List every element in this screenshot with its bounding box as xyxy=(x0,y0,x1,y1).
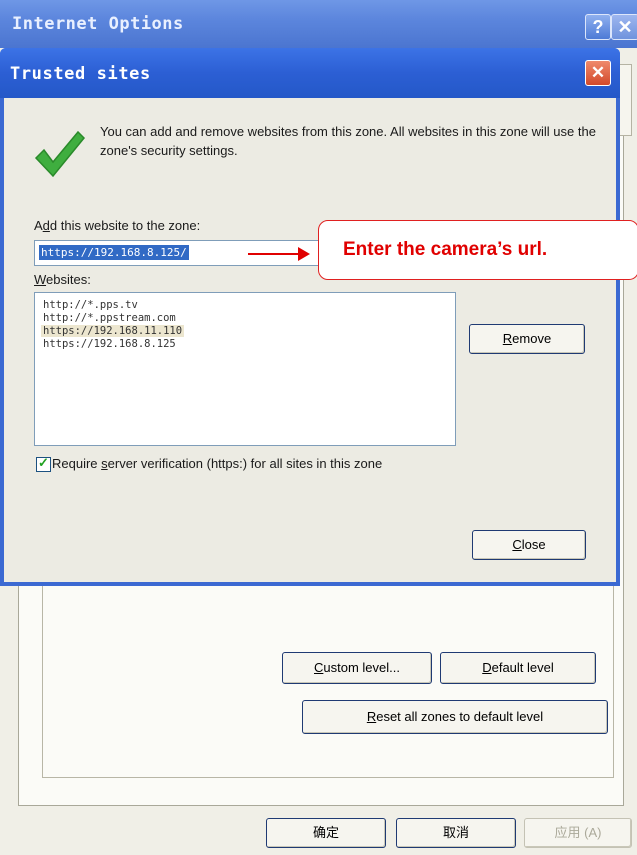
help-icon[interactable]: ? xyxy=(585,14,611,40)
ok-button[interactable]: 确定 xyxy=(266,818,386,848)
default-level-button[interactable]: Default level xyxy=(440,652,596,684)
list-item[interactable]: https://192.168.8.125 xyxy=(43,338,176,350)
custom-level-button[interactable]: Custom level... xyxy=(282,652,432,684)
require-https-post: erver verification (https:) for all site… xyxy=(107,456,383,471)
list-item-selected[interactable]: https://192.168.11.110 xyxy=(41,325,185,337)
websites-label: Websites: xyxy=(34,272,91,287)
add-website-value: https://192.168.8.125/ xyxy=(39,245,189,260)
reset-zones-post: eset all zones to default level xyxy=(376,709,544,724)
websites-label-key: W xyxy=(34,272,47,287)
annotation-callout: Enter the camera’s url. xyxy=(318,220,637,280)
require-https-pre: Require xyxy=(52,456,102,471)
remove-post: emove xyxy=(512,331,552,346)
checkmark-icon xyxy=(34,130,86,178)
custom-level-post: ustom level... xyxy=(323,660,400,675)
annotation-arrow-head xyxy=(298,247,310,261)
websites-label-post: ebsites: xyxy=(46,272,91,287)
add-website-label: Add this website to the zone: xyxy=(34,218,200,233)
default-level-key: D xyxy=(482,660,492,675)
remove-key: R xyxy=(502,331,513,346)
apply-button[interactable]: 应用 (A) xyxy=(524,818,632,848)
cancel-button[interactable]: 取消 xyxy=(396,818,516,848)
reset-zones-key: R xyxy=(366,709,377,724)
checkbox-check-icon: ✓ xyxy=(38,455,49,470)
require-https-label[interactable]: Require server verification (https:) for… xyxy=(52,456,382,471)
remove-button[interactable]: Remove xyxy=(469,324,585,354)
add-label-key: d xyxy=(42,218,50,233)
dialog-title: Trusted sites xyxy=(10,64,151,84)
window-title: Internet Options xyxy=(12,14,184,34)
websites-list[interactable]: http://*.pps.tv http://*.ppstream.com ht… xyxy=(34,292,456,446)
require-https-checkbox[interactable]: ✓ xyxy=(36,455,51,472)
annotation-arrow xyxy=(248,253,302,255)
default-level-post: efault level xyxy=(491,660,554,675)
zone-description: You can add and remove websites from thi… xyxy=(100,124,596,158)
close-post: lose xyxy=(521,537,546,552)
custom-level-key: C xyxy=(314,660,324,675)
add-label-pre: A xyxy=(34,218,43,233)
add-label-post: d this website to the zone: xyxy=(49,218,201,233)
close-key: C xyxy=(512,537,522,552)
annotation-text: Enter the camera’s url. xyxy=(343,239,548,260)
trusted-sites-title-bar: Trusted sites ✕ xyxy=(0,48,620,98)
reset-all-zones-button[interactable]: Reset all zones to default level xyxy=(302,700,608,734)
close-icon[interactable]: ✕ xyxy=(611,14,637,40)
close-button[interactable]: Close xyxy=(472,530,586,560)
list-item[interactable]: http://*.ppstream.com xyxy=(43,312,176,324)
dialog-close-icon[interactable]: ✕ xyxy=(585,60,611,86)
internet-options-title-bar: Internet Options ? ✕ xyxy=(0,0,637,48)
list-item[interactable]: http://*.pps.tv xyxy=(43,299,138,311)
